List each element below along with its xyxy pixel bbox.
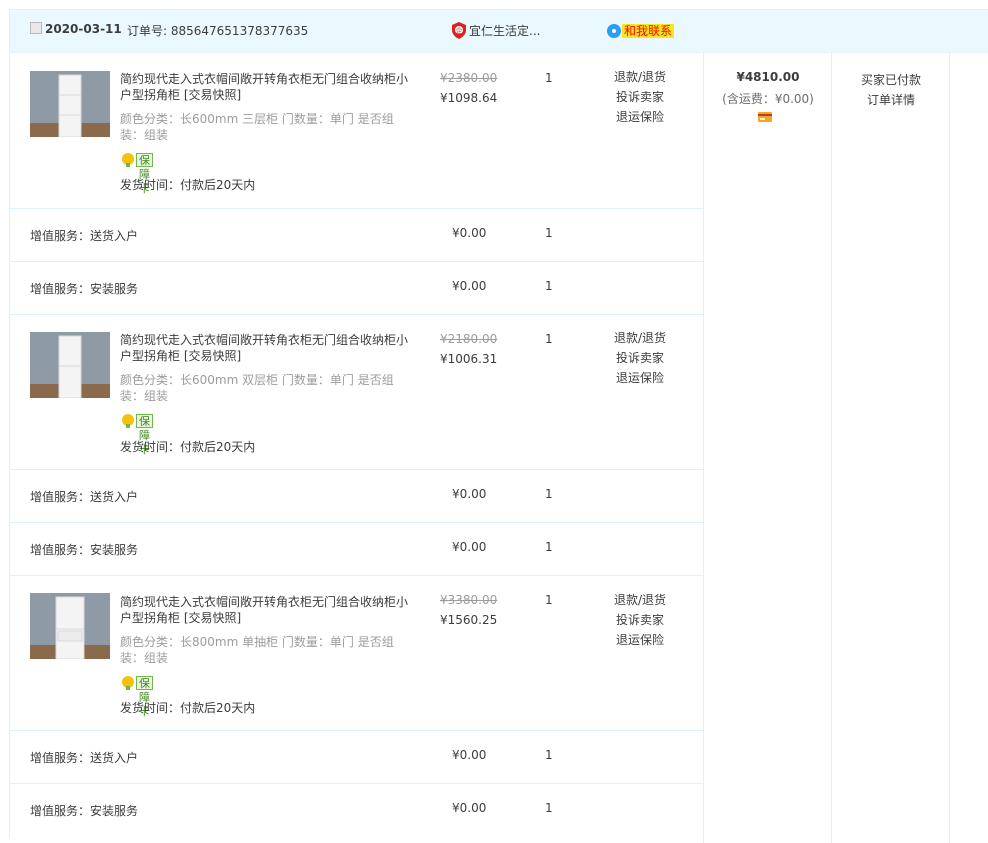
quantity: 1 xyxy=(545,332,553,346)
divider xyxy=(10,575,703,576)
refund-link[interactable]: 退款/退货 xyxy=(610,328,670,348)
product-title-link[interactable]: 简约现代走入式衣帽间敞开转角衣柜无门组合收纳柜小户型拐角柜 [交易快照] xyxy=(120,594,415,626)
return-insurance-link[interactable]: 退运保险 xyxy=(610,630,670,650)
shipping-time: 发货时间：付款后20天内 xyxy=(120,178,256,192)
quantity: 1 xyxy=(545,593,553,607)
order-detail-link[interactable]: 订单详情 xyxy=(832,90,950,110)
service-label: 增值服务：安装服务 xyxy=(30,804,139,818)
divider xyxy=(703,53,704,843)
shipping-time: 发货时间：付款后20天内 xyxy=(120,440,256,454)
order-date: 2020-03-11 xyxy=(45,22,122,36)
original-price: ¥3380.00 xyxy=(440,593,498,607)
product-attributes: 颜色分类：长800mm 单抽柜 门数量：单门 是否组装：组装 xyxy=(120,635,394,665)
service-quantity: 1 xyxy=(545,487,553,501)
product-attributes: 颜色分类：长600mm 三层柜 门数量：单门 是否组装：组装 xyxy=(120,112,394,142)
service-quantity: 1 xyxy=(545,226,553,240)
product-thumbnail[interactable] xyxy=(30,593,110,667)
complain-seller-link[interactable]: 投诉卖家 xyxy=(610,348,670,368)
divider xyxy=(831,53,832,843)
guarantee-label: 保障卡 xyxy=(136,414,153,456)
shipping-fee-note: (含运费：¥0.00) xyxy=(722,92,814,106)
divider xyxy=(10,208,703,209)
service-quantity: 1 xyxy=(545,540,553,554)
product-title-link[interactable]: 简约现代走入式衣帽间敞开转角衣柜无门组合收纳柜小户型拐角柜 [交易快照] xyxy=(120,332,415,364)
status-paid: 买家已付款 xyxy=(860,73,921,87)
order-card: 2020-03-11 订单号: 885647651378377635 企 宜仁生… xyxy=(9,9,988,843)
guarantee-card-icon xyxy=(122,153,134,167)
divider xyxy=(10,469,703,470)
credit-card-icon[interactable] xyxy=(758,112,772,122)
service-label: 增值服务：送货入户 xyxy=(30,490,139,504)
service-price: ¥0.00 xyxy=(452,801,487,815)
guarantee-label: 保障卡 xyxy=(136,676,153,718)
order-select-checkbox[interactable] xyxy=(30,22,42,34)
product-thumbnail[interactable] xyxy=(30,71,110,145)
service-label: 增值服务：送货入户 xyxy=(30,229,139,243)
divider xyxy=(10,261,703,262)
service-price: ¥0.00 xyxy=(452,279,487,293)
paid-price: ¥1560.25 xyxy=(440,613,498,627)
shop-badge-icon: 企 xyxy=(452,22,466,39)
divider xyxy=(10,522,703,523)
service-price: ¥0.00 xyxy=(452,748,487,762)
shipping-time: 发货时间：付款后20天内 xyxy=(120,701,256,715)
divider xyxy=(10,730,703,731)
complain-seller-link[interactable]: 投诉卖家 xyxy=(610,87,670,107)
order-total: ¥4810.00 xyxy=(736,70,800,84)
service-label: 增值服务：送货入户 xyxy=(30,751,139,765)
service-label: 增值服务：安装服务 xyxy=(30,282,139,296)
paid-price: ¥1098.64 xyxy=(440,91,498,105)
guarantee-card-icon xyxy=(122,676,134,690)
item-operations: 退款/退货 投诉卖家 退运保险 xyxy=(610,590,670,650)
item-operations: 退款/退货 投诉卖家 退运保险 xyxy=(610,67,670,127)
original-price: ¥2380.00 xyxy=(440,71,498,85)
product-thumbnail[interactable] xyxy=(30,332,110,406)
service-quantity: 1 xyxy=(545,748,553,762)
guarantee-label: 保障卡 xyxy=(136,153,153,195)
service-price: ¥0.00 xyxy=(452,487,487,501)
original-price: ¥2180.00 xyxy=(440,332,498,346)
divider xyxy=(10,783,703,784)
refund-link[interactable]: 退款/退货 xyxy=(610,67,670,87)
service-label: 增值服务：安装服务 xyxy=(30,543,139,557)
contact-seller-link[interactable]: 和我联系 xyxy=(622,24,675,38)
service-price: ¥0.00 xyxy=(452,540,487,554)
service-price: ¥0.00 xyxy=(452,226,487,240)
shop-name-link[interactable]: 宜仁生活定... xyxy=(469,22,540,39)
item-operations: 退款/退货 投诉卖家 退运保险 xyxy=(610,328,670,388)
complain-seller-link[interactable]: 投诉卖家 xyxy=(610,610,670,630)
paid-price: ¥1006.31 xyxy=(440,352,498,366)
order-header: 2020-03-11 订单号: 885647651378377635 企 宜仁生… xyxy=(10,10,988,53)
return-insurance-link[interactable]: 退运保险 xyxy=(610,368,670,388)
chat-bubble-icon[interactable] xyxy=(607,24,621,38)
quantity: 1 xyxy=(545,71,553,85)
service-quantity: 1 xyxy=(545,801,553,815)
return-insurance-link[interactable]: 退运保险 xyxy=(610,107,670,127)
product-attributes: 颜色分类：长600mm 双层柜 门数量：单门 是否组装：组装 xyxy=(120,373,394,403)
order-status: 买家已付款 订单详情 xyxy=(832,70,950,110)
refund-link[interactable]: 退款/退货 xyxy=(610,590,670,610)
divider xyxy=(10,314,703,315)
order-number: 订单号: 885647651378377635 xyxy=(127,24,309,38)
guarantee-card-icon xyxy=(122,414,134,428)
divider xyxy=(949,53,950,843)
service-quantity: 1 xyxy=(545,279,553,293)
product-title-link[interactable]: 简约现代走入式衣帽间敞开转角衣柜无门组合收纳柜小户型拐角柜 [交易快照] xyxy=(120,71,415,103)
svg-text:企: 企 xyxy=(456,26,463,35)
